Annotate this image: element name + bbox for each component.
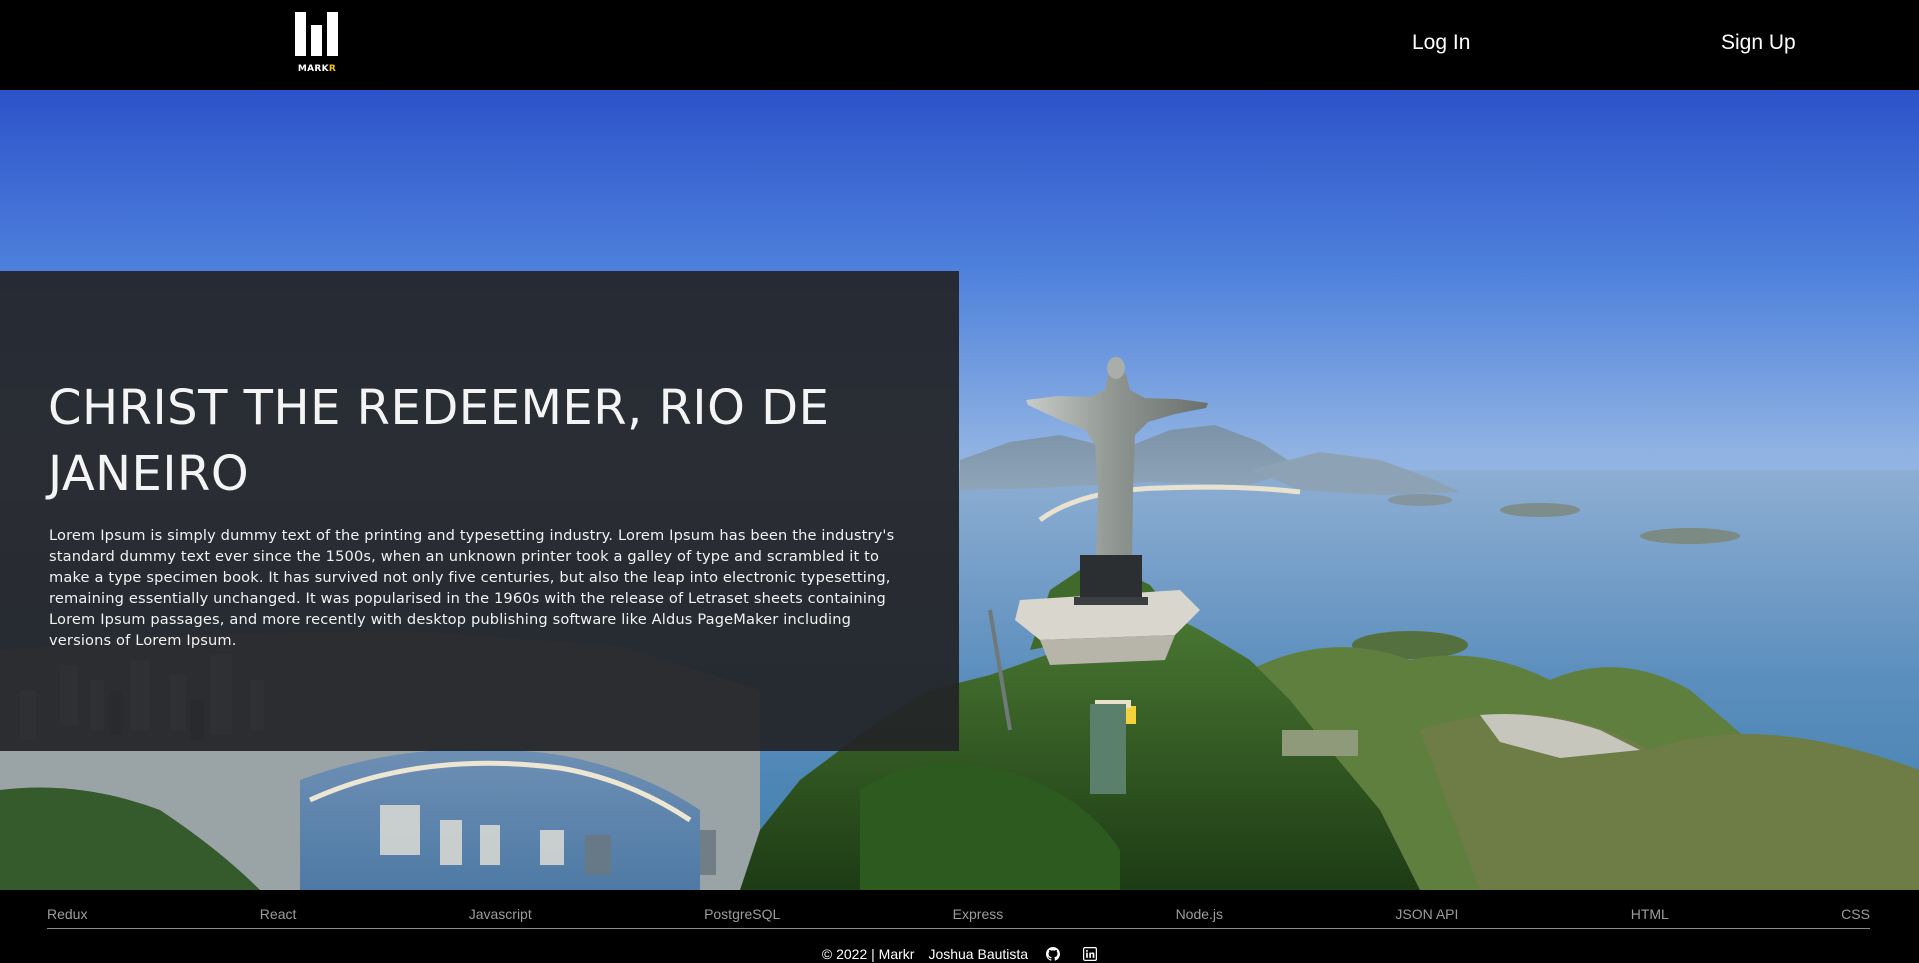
destination-title: CHRIST THE REDEEMER, RIO DE JANEIRO xyxy=(48,380,830,502)
tech-item: Javascript xyxy=(468,906,532,922)
destination-info-panel: CHRIST THE REDEEMER, RIO DE JANEIRO Lore… xyxy=(0,271,959,751)
author-name: Joshua Bautista xyxy=(928,946,1029,962)
tech-item: React xyxy=(259,906,297,922)
hero-section: CHRIST THE REDEEMER, RIO DE JANEIRO Lore… xyxy=(0,90,1919,890)
tech-item: PostgreSQL xyxy=(704,906,781,922)
tech-item: CSS xyxy=(1841,906,1870,922)
destination-description: Lorem Ipsum is simply dummy text of the … xyxy=(49,527,895,649)
tech-item: JSON API xyxy=(1395,906,1459,922)
footer-credits: © 2022 | Markr Joshua Bautista xyxy=(0,946,1919,962)
copyright-text: © 2022 | Markr xyxy=(821,946,915,962)
footer-divider xyxy=(47,928,1870,929)
tech-item: Node.js xyxy=(1175,906,1224,922)
top-navbar: MARKR Log In Sign Up xyxy=(0,0,1919,90)
tech-item: Express xyxy=(952,906,1004,922)
logo-wordmark: MARKR xyxy=(297,64,337,74)
tech-item: Redux xyxy=(47,906,88,922)
signup-link[interactable]: Sign Up xyxy=(1721,31,1796,55)
technology-list: Redux React Javascript PostgreSQL Express Nod… xyxy=(47,906,1870,926)
page-footer: Redux React Javascript PostgreSQL Express Nod… xyxy=(0,890,1919,963)
bar-chart-logo-icon xyxy=(294,12,340,56)
github-icon[interactable] xyxy=(1046,947,1061,961)
tech-item: HTML xyxy=(1630,906,1669,922)
markr-logo[interactable]: MARKR xyxy=(294,12,340,76)
linkedin-icon[interactable] xyxy=(1083,947,1098,961)
login-link[interactable]: Log In xyxy=(1412,31,1470,55)
